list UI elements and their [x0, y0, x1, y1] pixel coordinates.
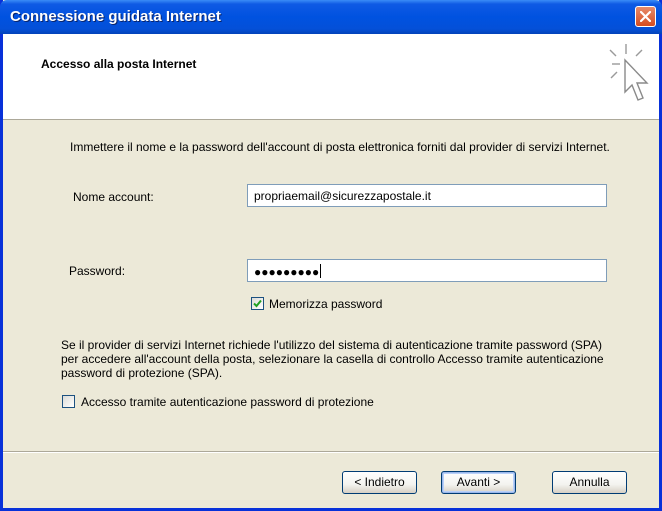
spa-checkbox[interactable]: [62, 395, 75, 408]
wizard-header: Accesso alla posta Internet: [3, 34, 659, 120]
account-name-input[interactable]: propriaemail@sicurezzapostale.it: [247, 184, 607, 207]
window-title: Connessione guidata Internet: [10, 8, 221, 25]
text-caret: [320, 264, 322, 278]
footer-divider: [3, 451, 659, 453]
checkmark-icon: [253, 299, 262, 308]
password-value: ●●●●●●●●●: [254, 265, 320, 279]
close-icon: [640, 11, 651, 22]
close-button[interactable]: [635, 6, 656, 27]
back-button[interactable]: < Indietro: [342, 471, 417, 494]
wizard-body: Immettere il nome e la password dell'acc…: [3, 120, 659, 450]
remember-password-checkbox[interactable]: [251, 297, 264, 310]
wizard-cursor-icon: [609, 44, 649, 101]
remember-password-label[interactable]: Memorizza password: [269, 297, 382, 311]
spa-checkbox-label[interactable]: Accesso tramite autenticazione password …: [81, 395, 374, 409]
intro-text: Immettere il nome e la password dell'acc…: [70, 140, 610, 154]
wizard-window: Connessione guidata Internet Accesso all…: [0, 0, 662, 511]
page-title: Accesso alla posta Internet: [41, 57, 197, 71]
spa-description: Se il provider di servizi Internet richi…: [61, 338, 604, 380]
next-button[interactable]: Avanti >: [441, 471, 516, 494]
cancel-button[interactable]: Annulla: [552, 471, 627, 494]
account-label: Nome account:: [73, 190, 154, 204]
password-label: Password:: [69, 264, 126, 278]
title-bar[interactable]: Connessione guidata Internet: [0, 0, 662, 34]
password-input[interactable]: ●●●●●●●●●: [247, 259, 607, 282]
